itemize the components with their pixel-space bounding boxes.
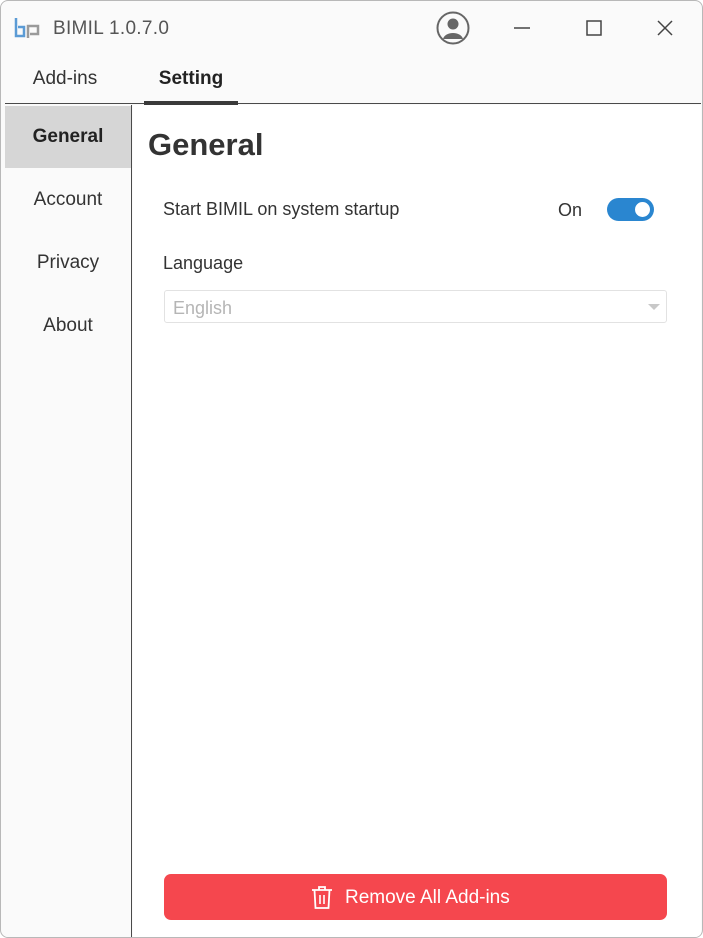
minimize-button[interactable] (500, 11, 544, 45)
startup-toggle[interactable] (607, 198, 654, 221)
minimize-icon (514, 27, 530, 29)
bimil-logo-icon (14, 18, 40, 38)
maximize-icon (586, 20, 602, 36)
remove-all-add-ins-label: Remove All Add-ins (345, 887, 510, 908)
language-select-value: English (173, 298, 233, 318)
trash-icon (312, 886, 332, 909)
chevron-down-icon (648, 304, 660, 310)
settings-sidebar: General Account Privacy About (5, 105, 132, 937)
sidebar-item-account[interactable]: Account (5, 169, 131, 231)
user-account-icon[interactable] (435, 10, 471, 46)
sidebar-item-privacy[interactable]: Privacy (5, 232, 131, 294)
language-select[interactable]: English (164, 290, 667, 323)
app-title: BIMIL 1.0.7.0 (53, 18, 170, 39)
top-tab-bar: Add-ins Setting (5, 57, 701, 105)
maximize-button[interactable] (572, 11, 616, 45)
remove-all-add-ins-button[interactable]: Remove All Add-ins (164, 874, 667, 920)
startup-toggle-state: On (558, 200, 583, 220)
tab-add-ins[interactable]: Add-ins (17, 57, 113, 103)
startup-label: Start BIMIL on system startup (163, 199, 400, 219)
sidebar-item-general[interactable]: General (5, 106, 131, 168)
settings-content: General Start BIMIL on system startup On… (133, 105, 701, 937)
close-icon (657, 20, 673, 36)
toggle-knob (635, 202, 650, 217)
page-title: General (148, 127, 264, 162)
tab-setting[interactable]: Setting (144, 57, 238, 105)
title-bar: BIMIL 1.0.7.0 (1, 1, 702, 55)
language-label: Language (163, 253, 244, 273)
close-button[interactable] (643, 11, 687, 45)
app-window: BIMIL 1.0.7.0 Add-ins Setting General Ac… (0, 0, 703, 938)
sidebar-item-about[interactable]: About (5, 295, 131, 357)
